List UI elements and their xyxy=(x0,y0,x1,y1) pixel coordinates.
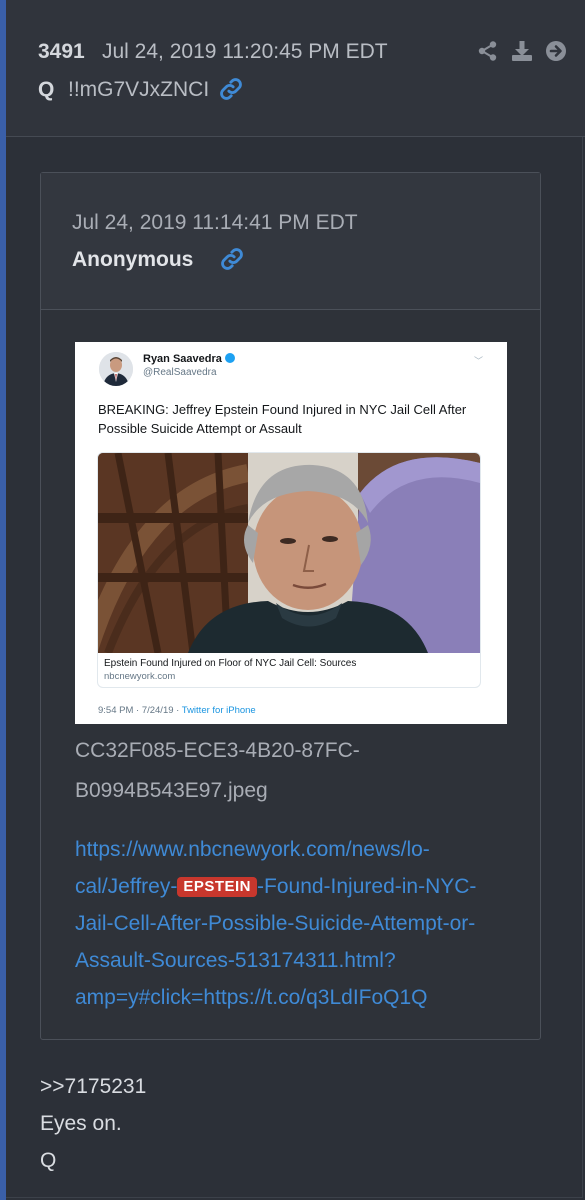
post-actions xyxy=(477,40,567,62)
tweet-screenshot-image[interactable]: Ryan Saavedra @RealSaavedra ﹀ BREAKING: … xyxy=(75,342,507,724)
quoted-post: Jul 24, 2019 11:14:41 PM EDT Anonymous R… xyxy=(40,172,541,1040)
post-date: Jul 24, 2019 11:20:45 PM EDT xyxy=(102,40,388,63)
tweet-author-name: Ryan Saavedra xyxy=(143,353,235,365)
post-author: Q xyxy=(38,78,55,101)
post-accent-bar xyxy=(0,0,6,1200)
card-domain: nbcnewyork.com xyxy=(104,671,176,682)
quoted-post-header: Jul 24, 2019 11:14:41 PM EDT Anonymous xyxy=(41,173,540,310)
link-icon[interactable] xyxy=(219,246,245,272)
post-tripcode: !!mG7VJxZNCI xyxy=(68,78,210,101)
message-line: Eyes on. xyxy=(40,1112,122,1135)
tweet-text: BREAKING: Jeffrey Epstein Found Injured … xyxy=(98,402,467,436)
arrow-right-icon[interactable] xyxy=(545,40,567,62)
chevron-down-icon: ﹀ xyxy=(473,356,483,366)
quoted-post-date: Jul 24, 2019 11:14:41 PM EDT xyxy=(72,211,358,234)
download-icon[interactable] xyxy=(511,40,533,62)
news-link[interactable]: https://www.nbcnewyork.com/news/lo- cal/… xyxy=(75,831,525,1016)
tweet-timestamp: 9:54 PM · 7/24/19 · Twitter for iPhone xyxy=(98,705,256,716)
quoted-post-author: Anonymous xyxy=(72,248,194,271)
avatar xyxy=(99,352,133,386)
quote-reference-link[interactable]: >>7175231 xyxy=(40,1068,540,1105)
verified-icon xyxy=(224,353,235,363)
post-number[interactable]: 3491 xyxy=(38,40,85,64)
tweet-author-handle: @RealSaavedra xyxy=(143,367,217,378)
post-message: >>7175231 Eyes on. Q xyxy=(40,1068,540,1179)
post-header: 3491 Jul 24, 2019 11:20:45 PM EDT Q !!mG… xyxy=(6,0,585,137)
tweet-link-card: Epstein Found Injured on Floor of NYC Ja… xyxy=(97,452,481,688)
attachment-filename[interactable]: CC32F085-ECE3-4B20-87FC- B0994B543E97.jp… xyxy=(75,731,515,811)
keyword-tag: EPSTEIN xyxy=(177,877,258,897)
link-icon[interactable] xyxy=(218,76,244,102)
message-signature: Q xyxy=(40,1149,57,1172)
share-icon[interactable] xyxy=(477,40,499,62)
card-title: Epstein Found Injured on Floor of NYC Ja… xyxy=(104,658,357,669)
news-photo xyxy=(98,453,480,653)
